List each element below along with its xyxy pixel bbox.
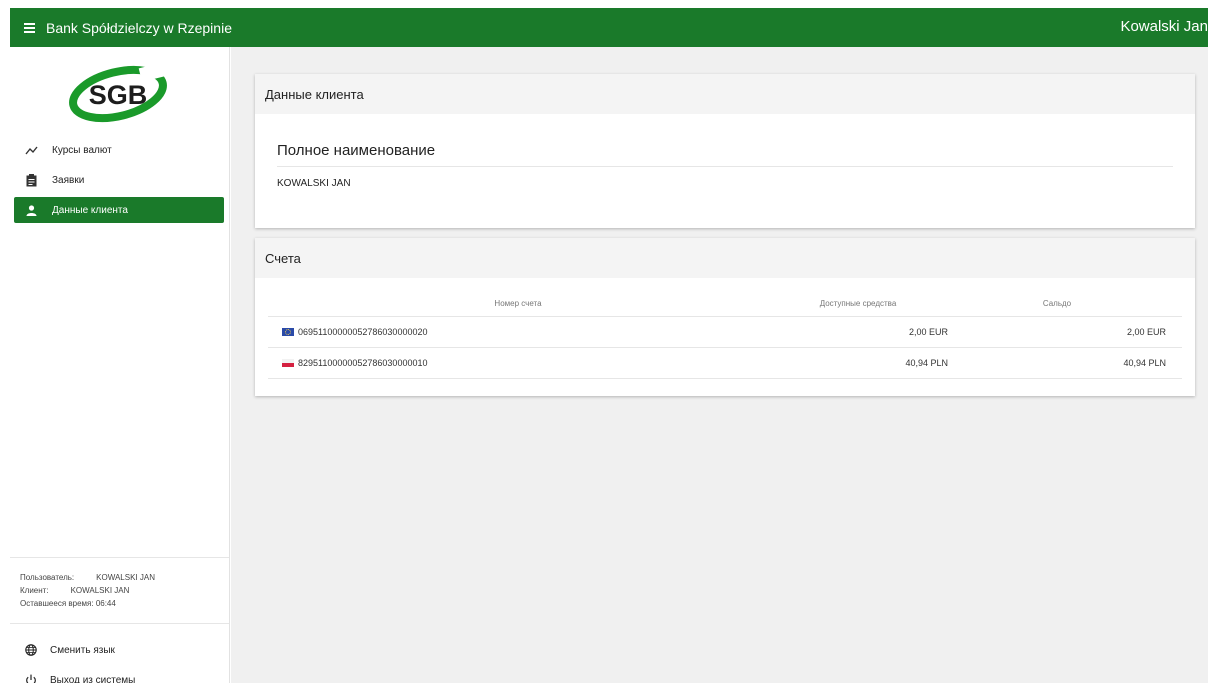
sidebar-item-exchange-rates[interactable]: Курсы валют xyxy=(14,137,224,163)
column-header-balance[interactable]: Сальдо xyxy=(948,291,1182,317)
balance-cell: 40,94 PLN xyxy=(948,347,1182,379)
account-number-cell: 82951100000052786030000010 xyxy=(268,347,768,379)
balance-cell: 2,00 EUR xyxy=(948,316,1182,348)
full-name-heading: Полное наименование xyxy=(277,142,436,159)
menu-icon[interactable] xyxy=(24,21,38,35)
page: Bank Spółdzielczy w Rzepinie Kowalski Ja… xyxy=(0,0,1208,683)
table-header-row: Номер счета Доступные средства Сальдо xyxy=(268,291,1182,317)
time-value: 06:44 xyxy=(95,599,116,608)
account-number[interactable]: 82951100000052786030000010 xyxy=(298,358,427,368)
person-icon xyxy=(24,203,38,217)
divider xyxy=(10,623,229,624)
session-info: Пользователь: KOWALSKI JAN Клиент: KOWALSK… xyxy=(20,571,155,610)
svg-text:SGB: SGB xyxy=(89,80,148,110)
card-title: Счета xyxy=(255,238,1195,278)
user-value: KOWALSKI JAN xyxy=(96,573,155,582)
main-content: Данные клиента Полное наименование KOWAL… xyxy=(231,47,1208,683)
sgb-logo: SGB xyxy=(66,61,176,123)
time-label: Оставшееся время: xyxy=(20,599,94,608)
sidebar-item-label: Курсы валют xyxy=(52,144,112,156)
accounts-card: Счета Номер счета Доступные средства Сал… xyxy=(255,238,1195,396)
table-row[interactable]: 82951100000052786030000010 40,94 PLN 40,… xyxy=(268,347,1182,379)
column-header-account-number[interactable]: Номер счета xyxy=(268,291,768,317)
client-full-name: KOWALSKI JAN xyxy=(277,178,351,189)
client-label: Клиент: xyxy=(20,586,49,595)
sidebar-item-label: Заявки xyxy=(52,174,85,186)
sidebar: SGB Курсы валют Заявки Данные клиента По… xyxy=(10,47,230,683)
sidebar-bottom-nav: Сменить язык Выход из системы xyxy=(24,637,135,683)
change-language-button[interactable]: Сменить язык xyxy=(24,637,135,663)
card-title: Данные клиента xyxy=(255,74,1195,114)
client-data-card: Данные клиента Полное наименование KOWAL… xyxy=(255,74,1195,228)
app-title: Bank Spółdzielczy w Rzepinie xyxy=(46,19,232,36)
sidebar-nav: Курсы валют Заявки Данные клиента xyxy=(14,137,224,227)
power-icon xyxy=(24,673,38,683)
sidebar-item-requests[interactable]: Заявки xyxy=(14,167,224,193)
available-cell: 40,94 PLN xyxy=(768,347,948,379)
accounts-table: Номер счета Доступные средства Сальдо 06… xyxy=(268,291,1182,379)
change-language-label: Сменить язык xyxy=(50,644,115,656)
user-name[interactable]: Kowalski Jan xyxy=(1120,18,1208,35)
client-value: KOWALSKI JAN xyxy=(70,586,130,595)
user-label: Пользователь: xyxy=(20,573,75,582)
column-header-available[interactable]: Доступные средства xyxy=(768,291,948,317)
account-number[interactable]: 06951100000052786030000020 xyxy=(298,327,427,337)
logout-label: Выход из системы xyxy=(50,674,136,683)
logout-button[interactable]: Выход из системы xyxy=(24,667,135,683)
divider xyxy=(10,557,229,558)
pl-flag-icon xyxy=(282,359,294,368)
clipboard-icon xyxy=(24,173,38,187)
sidebar-item-label: Данные клиента xyxy=(52,204,128,216)
trending-up-icon xyxy=(24,143,38,157)
eu-flag-icon xyxy=(282,328,294,337)
sidebar-item-client-data[interactable]: Данные клиента xyxy=(14,197,224,223)
account-number-cell: 06951100000052786030000020 xyxy=(268,316,768,348)
table-row[interactable]: 06951100000052786030000020 2,00 EUR 2,00… xyxy=(268,316,1182,348)
available-cell: 2,00 EUR xyxy=(768,316,948,348)
top-app-bar: Bank Spółdzielczy w Rzepinie Kowalski Ja… xyxy=(10,8,1208,47)
divider xyxy=(277,166,1173,167)
globe-icon xyxy=(24,643,38,657)
